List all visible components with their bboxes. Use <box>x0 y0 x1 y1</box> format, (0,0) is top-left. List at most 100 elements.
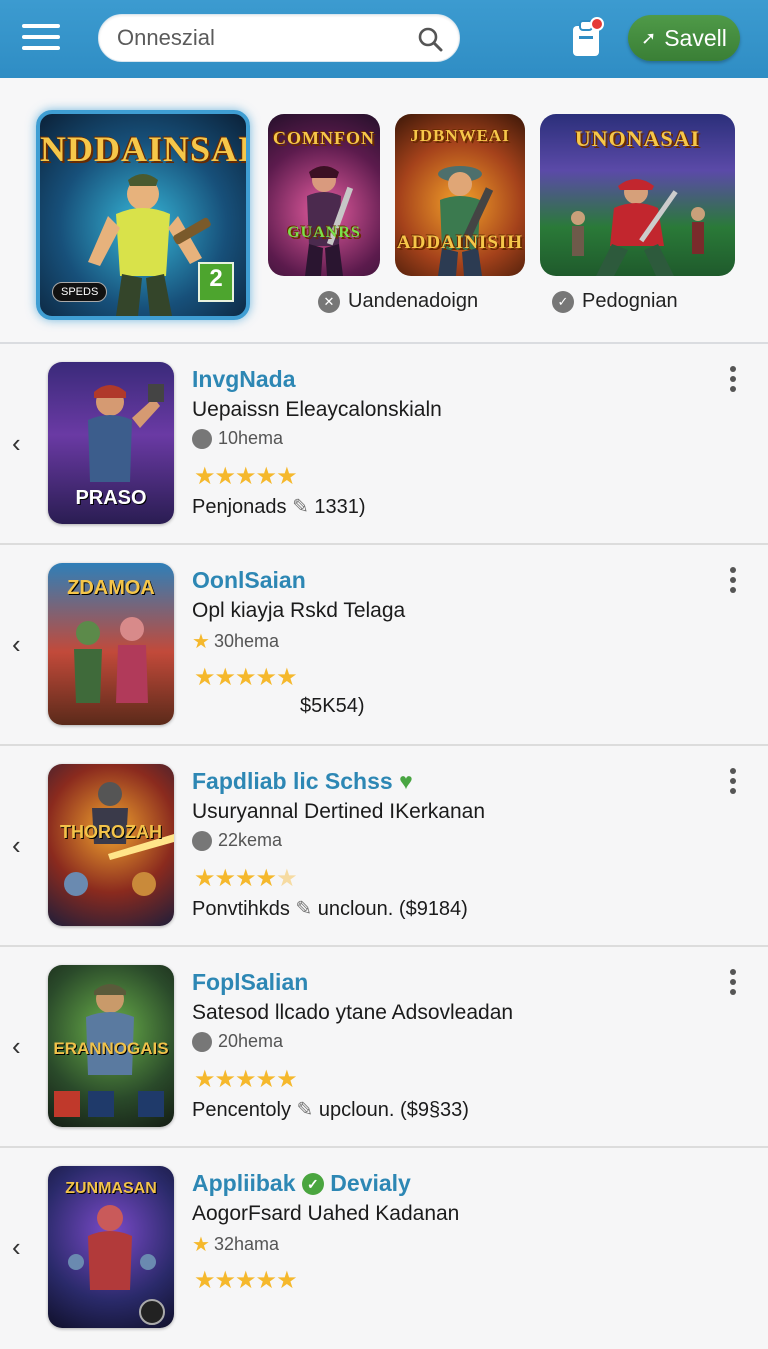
featured-tile-title: JDBNWEAI <box>410 126 510 145</box>
app-thumbnail[interactable]: ZDAMOA <box>48 563 174 725</box>
app-meta: ★ 32hama <box>192 1232 279 1257</box>
more-options-icon[interactable] <box>726 768 740 798</box>
battle-scene-image <box>570 179 705 276</box>
app-meta-text: 32hama <box>213 1234 279 1254</box>
more-options-icon[interactable] <box>726 567 740 597</box>
app-name-text: Fapdliab lic Schss <box>192 768 393 794</box>
category-chip[interactable]: ✕ Uandenadoign <box>318 290 478 313</box>
star-icon: ★ <box>192 631 210 653</box>
close-circle-icon: ✕ <box>318 290 340 313</box>
list-item[interactable]: ‹ ERANNOGAIS FoplSalian Satesod llcado y… <box>0 947 768 1148</box>
app-thumbnail[interactable]: ERANNOGAIS <box>48 965 174 1127</box>
rating-stars: ★★★★★ <box>194 865 298 892</box>
app-subtitle: AogorFsard Uahed Kadanan <box>192 1202 460 1225</box>
arrow-right-icon: ➚ <box>641 27 657 48</box>
app-name[interactable]: OonlSaian <box>192 567 306 594</box>
thumbnail-label: ZDAMOA <box>67 577 155 599</box>
app-price-label: Ponvtihkds <box>192 898 290 920</box>
app-thumbnail[interactable]: THOROZAH <box>48 764 174 926</box>
featured-tile-title: COMNFON <box>273 128 375 148</box>
featured-tile[interactable]: JDBNWEAI ADDAINISIH <box>395 114 525 276</box>
app-size: 1331) <box>314 496 366 518</box>
featured-tile[interactable]: UNONASAI <box>540 114 735 276</box>
app-price: Pencentoly ✎ upcloun. ($9§33) <box>192 1097 469 1122</box>
chevron-left-icon[interactable]: ‹ <box>12 629 21 660</box>
check-circle-icon: ✓ <box>552 290 574 313</box>
app-meta-text: 10hema <box>218 428 284 448</box>
location-pin-icon <box>192 830 212 851</box>
chevron-left-icon[interactable]: ‹ <box>12 830 21 861</box>
app-name[interactable]: Fapdliab lic Schss ♥ <box>192 768 413 795</box>
pencil-icon: ✎ <box>295 898 313 920</box>
thumbnail-label: ERANNOGAIS <box>53 1039 169 1058</box>
app-thumbnail[interactable]: PRASO <box>48 362 174 524</box>
app-price-label: Penjonads <box>192 496 287 518</box>
save-button-label: Savell <box>664 24 727 51</box>
app-price: $5K54) <box>300 695 365 718</box>
category-chip[interactable]: ✓ Pedognian <box>552 290 678 313</box>
list-item[interactable]: ‹ ZDAMOA OonlSaian Opl kiayja Rskd Telag… <box>0 545 768 746</box>
character-image <box>64 782 174 896</box>
app-meta-text: 22kema <box>218 830 283 850</box>
search-bar[interactable] <box>98 14 460 62</box>
pencil-icon: ✎ <box>296 1099 314 1121</box>
app-name[interactable]: InvgNada <box>192 366 296 393</box>
list-item[interactable]: ‹ PRASO InvgNada Uepaissn Eleaycalonskia… <box>0 344 768 545</box>
location-pin-icon <box>192 428 212 449</box>
menu-icon[interactable] <box>22 24 60 54</box>
rating-stars: ★★★★★ <box>194 1267 298 1294</box>
featured-main-title: NDDAINSAI <box>40 129 250 169</box>
app-name-text: Appliibak <box>192 1170 296 1196</box>
app-price: Ponvtihkds ✎ uncloun. ($9184) <box>192 896 468 921</box>
app-price: Penjonads ✎ 1331) <box>192 494 366 519</box>
category-label: Pedognian <box>582 290 678 312</box>
app-price-label: Pencentoly <box>192 1099 291 1121</box>
thumbnail-label: ZUNMASAN <box>65 1180 157 1197</box>
rating-stars: ★★★★★ <box>194 664 298 691</box>
thumbnail-label: PRASO <box>75 487 147 509</box>
save-button[interactable]: ➚ Savell <box>628 15 740 61</box>
featured-section: NDDAINSAI SPEDS 2 COMNFON GUANRS JDBNWEA… <box>0 78 768 344</box>
featured-tile[interactable]: COMNFON GUANRS <box>268 114 380 276</box>
app-meta-text: 30hema <box>213 631 279 651</box>
app-meta: 22kema <box>192 830 282 851</box>
app-meta: 20hema <box>192 1031 283 1052</box>
app-subtitle: Opl kiayja Rskd Telaga <box>192 599 406 622</box>
chevron-left-icon[interactable]: ‹ <box>12 1031 21 1062</box>
app-size: $5K54) <box>300 695 365 717</box>
character-image <box>305 166 354 276</box>
app-name[interactable]: Appliibak ✓ Devialy <box>192 1170 411 1197</box>
pencil-icon: ✎ <box>292 496 309 518</box>
featured-tile-title: UNONASAI <box>574 126 701 151</box>
category-label: Uandenadoign <box>348 290 479 312</box>
list-item[interactable]: ‹ ZUNMASAN Appliibak ✓ Devialy AogorFsar… <box>0 1148 768 1349</box>
search-input[interactable] <box>117 15 407 61</box>
more-options-icon[interactable] <box>726 366 740 396</box>
location-pin-icon <box>192 1031 212 1052</box>
rating-stars: ★★★★★ <box>194 463 298 490</box>
app-size: upcloun. ($9§33) <box>318 1099 469 1121</box>
featured-tag-pill: SPEDS <box>52 282 108 302</box>
notification-badge <box>590 17 604 31</box>
app-size: uncloun. ($9184) <box>317 898 468 920</box>
star-icon: ★ <box>192 1234 210 1256</box>
featured-tile-subtitle: GUANRS <box>287 224 361 241</box>
app-name-suffix: Devialy <box>330 1170 411 1196</box>
featured-main-tile[interactable]: NDDAINSAI SPEDS 2 <box>36 110 250 320</box>
heart-icon: ♥ <box>399 768 413 794</box>
chevron-left-icon[interactable]: ‹ <box>12 1232 21 1263</box>
app-list: ‹ PRASO InvgNada Uepaissn Eleaycalonskia… <box>0 344 768 1349</box>
app-name[interactable]: FoplSalian <box>192 969 308 996</box>
age-rating-badge: 2 <box>198 262 234 302</box>
more-options-icon[interactable] <box>726 969 740 999</box>
app-subtitle: Satesod llcado ytane Adsovleadan <box>192 1001 514 1024</box>
chevron-left-icon[interactable]: ‹ <box>12 428 21 459</box>
app-meta: ★ 30hema <box>192 629 279 654</box>
list-item[interactable]: ‹ THOROZAH Fapdliab lic Schss ♥ Usuryann… <box>0 746 768 947</box>
character-image <box>438 166 494 276</box>
app-thumbnail[interactable]: ZUNMASAN <box>48 1166 174 1328</box>
top-app-bar: ➚ Savell <box>0 0 768 78</box>
app-subtitle: Uepaissn Eleaycalonskialn <box>192 398 442 421</box>
app-subtitle: Usuryannal Dertined IKerkanan <box>192 800 485 823</box>
search-icon[interactable] <box>417 26 443 52</box>
